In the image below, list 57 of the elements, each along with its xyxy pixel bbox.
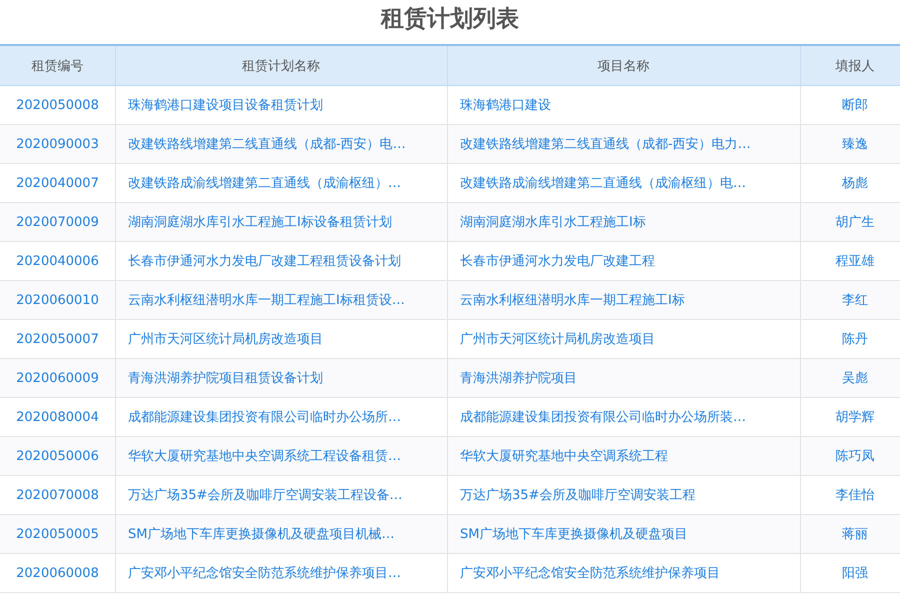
table-cell: 广州市天河区统计局机房改造项目 (116, 320, 448, 358)
table-cell: 2020050005 (0, 514, 116, 554)
table-cell: 2020040007 (0, 164, 116, 202)
column-header: 租赁编号 (0, 45, 116, 86)
table-cell: 改建铁路线增建第二线直通线（成都-西安）电… (116, 124, 448, 164)
table-cell: SM广场地下车库更换摄像机及硬盘项目机械… (116, 514, 448, 554)
table-cell: 成都能源建设集团投资有限公司临时办公场所… (116, 398, 448, 436)
column-header: 租赁计划名称 (116, 45, 448, 86)
table-cell: 2020090003 (0, 124, 116, 164)
table-cell: 2020060010 (0, 280, 116, 320)
table-cell: 断郎 (800, 86, 900, 124)
table-cell: 成都能源建设集团投资有限公司临时办公场所装… (448, 398, 800, 436)
table-cell: 2020070008 (0, 476, 116, 514)
table-cell: 吴彪 (800, 358, 900, 398)
table-cell: 蒋丽 (800, 514, 900, 554)
table-cell: 广安邓小平纪念馆安全防范系统维护保养项目 (448, 554, 800, 592)
table-cell: 杨彪 (800, 164, 900, 202)
table-cell: 2020060008 (0, 554, 116, 592)
table-cell: 李佳怡 (800, 476, 900, 514)
table-cell: 2020060009 (0, 358, 116, 398)
table-cell: 珠海鹤港口建设 (448, 86, 800, 124)
column-header: 填报人 (800, 45, 900, 86)
table-cell: 广安邓小平纪念馆安全防范系统维护保养项目… (116, 554, 448, 592)
table-cell: 华软大厦研究基地中央空调系统工程 (448, 436, 800, 476)
table-cell: 改建铁路成渝线增建第二直通线（成渝枢纽）… (116, 164, 448, 202)
column-header: 项目名称 (448, 45, 800, 86)
table-cell: 胡广生 (800, 202, 900, 242)
table-cell: 陈丹 (800, 320, 900, 358)
table-cell: 青海洪湖养护院项目 (448, 358, 800, 398)
table-cell: 2020050008 (0, 86, 116, 124)
table-cell: 青海洪湖养护院项目租赁设备计划 (116, 358, 448, 398)
table-cell: 臻逸 (800, 124, 900, 164)
table-cell: 湖南洞庭湖水库引水工程施工I标 (448, 202, 800, 242)
table-cell: 陈巧凤 (800, 436, 900, 476)
table-cell: 2020080004 (0, 398, 116, 436)
table-cell: 万达广场35#会所及咖啡厅空调安装工程 (448, 476, 800, 514)
table-cell: 胡学辉 (800, 398, 900, 436)
table-cell: 华软大厦研究基地中央空调系统工程设备租赁… (116, 436, 448, 476)
table-cell: 改建铁路线增建第二线直通线（成都-西安）电力… (448, 124, 800, 164)
table-cell: 云南水利枢纽潜明水库一期工程施工I标租赁设… (116, 280, 448, 320)
table-cell: SM广场地下车库更换摄像机及硬盘项目 (448, 514, 800, 554)
table-cell: 2020050007 (0, 320, 116, 358)
table-cell: 珠海鹤港口建设项目设备租赁计划 (116, 86, 448, 124)
table-cell: 云南水利枢纽潜明水库一期工程施工I标 (448, 280, 800, 320)
table-cell: 改建铁路成渝线增建第二直通线（成渝枢纽）电… (448, 164, 800, 202)
page-title: 租赁计划列表 (380, 5, 520, 34)
table-cell: 万达广场35#会所及咖啡厅空调安装工程设备… (116, 476, 448, 514)
table-cell: 长春市伊通河水力发电厂改建工程 (448, 242, 800, 280)
table-cell: 长春市伊通河水力发电厂改建工程租赁设备计划 (116, 242, 448, 280)
table-cell: 广州市天河区统计局机房改造项目 (448, 320, 800, 358)
table-cell: 李红 (800, 280, 900, 320)
table-cell: 程亚雄 (800, 242, 900, 280)
table-cell: 2020040006 (0, 242, 116, 280)
table-cell: 阳强 (800, 554, 900, 592)
table-cell: 2020050006 (0, 436, 116, 476)
table-cell: 湖南洞庭湖水库引水工程施工I标设备租赁计划 (116, 202, 448, 242)
table-cell: 2020070009 (0, 202, 116, 242)
